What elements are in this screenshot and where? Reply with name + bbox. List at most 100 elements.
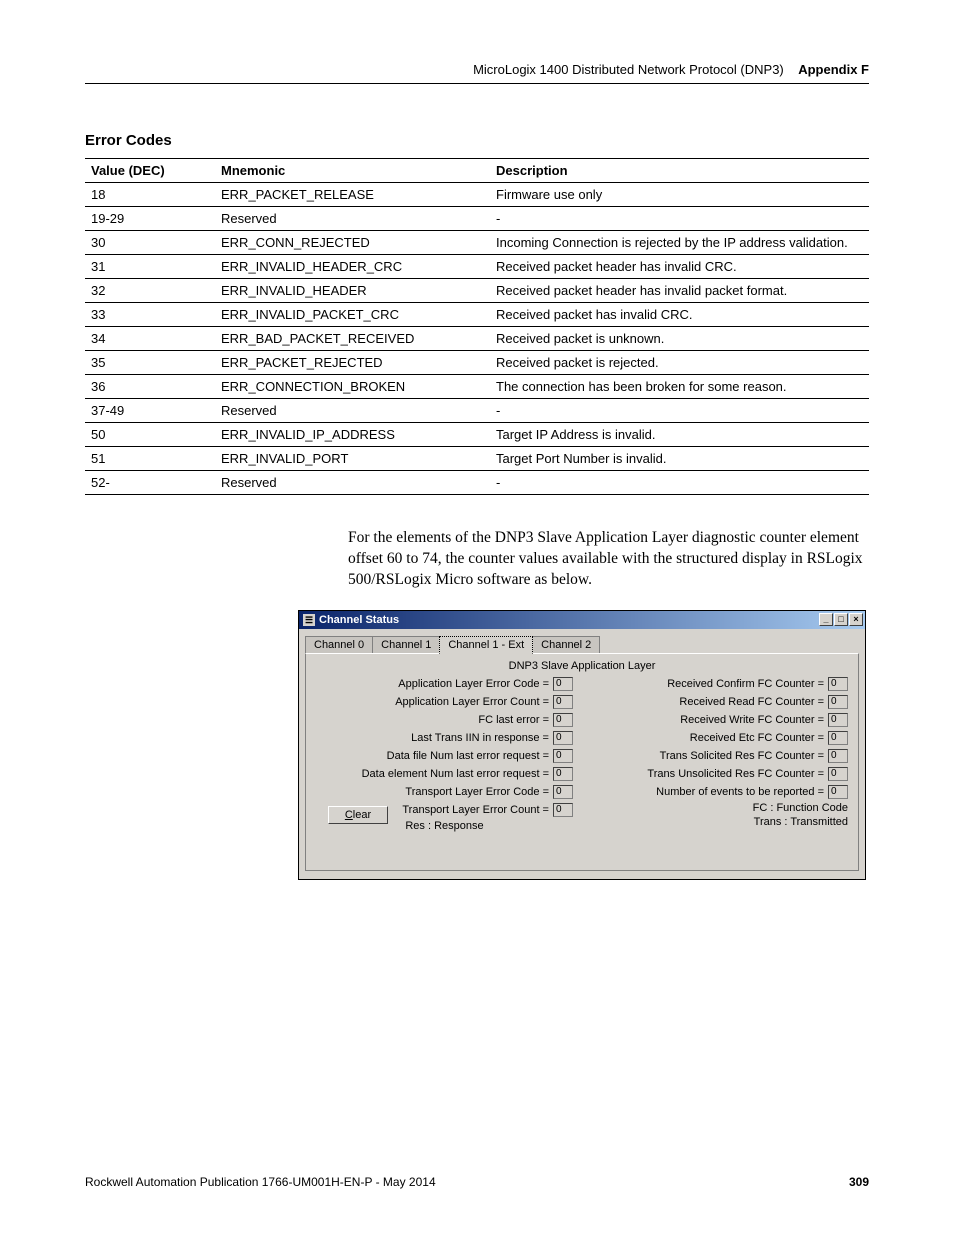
field-value: 0 [828, 749, 848, 763]
field-value: 0 [553, 695, 573, 709]
th-description: Description [490, 159, 869, 183]
cell-value: 31 [85, 255, 215, 279]
field-label: Data element Num last error request = [362, 768, 549, 780]
minimize-button[interactable]: _ [819, 613, 833, 626]
cell-value: 19-29 [85, 207, 215, 231]
section-title: Error Codes [85, 132, 172, 149]
cell-mnemonic: ERR_CONN_REJECTED [215, 231, 490, 255]
field-row: Data element Num last error request = 0 [316, 766, 573, 782]
field-label: Received Etc FC Counter = [690, 732, 824, 744]
field-value: 0 [553, 785, 573, 799]
field-label: Received Write FC Counter = [680, 714, 824, 726]
field-value: 0 [828, 713, 848, 727]
field-label: Received Confirm FC Counter = [667, 678, 824, 690]
field-label: Transport Layer Error Count = [402, 804, 549, 816]
cell-value: 30 [85, 231, 215, 255]
cell-description: Received packet has invalid CRC. [490, 303, 869, 327]
clear-label-rest: lear [353, 809, 371, 821]
field-label: Trans Unsolicited Res FC Counter = [647, 768, 824, 780]
dialog-title: Channel Status [319, 614, 399, 626]
cell-value: 37-49 [85, 399, 215, 423]
field-row: Transport Layer Error Code = 0 [316, 784, 573, 800]
table-header-row: Value (DEC) Mnemonic Description [85, 159, 869, 183]
tab-strip: Channel 0Channel 1Channel 1 - ExtChannel… [305, 635, 859, 653]
tab-channel-1[interactable]: Channel 1 [372, 636, 440, 654]
maximize-button[interactable]: □ [834, 613, 848, 626]
table-row: 51ERR_INVALID_PORTTarget Port Number is … [85, 447, 869, 471]
field-label: Application Layer Error Count = [395, 696, 549, 708]
publication-info: Rockwell Automation Publication 1766-UM0… [85, 1175, 436, 1189]
table-row: 30ERR_CONN_REJECTEDIncoming Connection i… [85, 231, 869, 255]
cell-value: 51 [85, 447, 215, 471]
table-row: 31ERR_INVALID_HEADER_CRCReceived packet … [85, 255, 869, 279]
table-row: 33ERR_INVALID_PACKET_CRCReceived packet … [85, 303, 869, 327]
cell-description: - [490, 471, 869, 495]
table-row: 32ERR_INVALID_HEADERReceived packet head… [85, 279, 869, 303]
cell-value: 18 [85, 183, 215, 207]
legend-trans: Trans : Transmitted [591, 816, 848, 828]
field-label: Last Trans IIN in response = [411, 732, 549, 744]
dialog-panel: DNP3 Slave Application Layer Application… [305, 653, 859, 871]
field-value: 0 [553, 803, 573, 817]
field-row: Data file Num last error request =0 [316, 748, 573, 764]
cell-description: Received packet is unknown. [490, 327, 869, 351]
field-row: Number of events to be reported =0 [591, 784, 848, 800]
table-row: 18ERR_PACKET_RELEASEFirmware use only [85, 183, 869, 207]
cell-value: 35 [85, 351, 215, 375]
clear-button[interactable]: Clear [328, 806, 388, 824]
cell-mnemonic: ERR_PACKET_REJECTED [215, 351, 490, 375]
cell-value: 52- [85, 471, 215, 495]
cell-description: Received packet header has invalid packe… [490, 279, 869, 303]
page-header: MicroLogix 1400 Distributed Network Prot… [85, 62, 869, 84]
cell-mnemonic: ERR_PACKET_RELEASE [215, 183, 490, 207]
field-row: Application Layer Error Count = 0 [316, 694, 573, 710]
field-value: 0 [828, 677, 848, 691]
field-row: Received Confirm FC Counter = 0 [591, 676, 848, 692]
cell-value: 36 [85, 375, 215, 399]
cell-description: - [490, 207, 869, 231]
field-row: Received Read FC Counter =0 [591, 694, 848, 710]
cell-mnemonic: Reserved [215, 471, 490, 495]
error-codes-table: Value (DEC) Mnemonic Description 18ERR_P… [85, 158, 869, 495]
table-row: 34ERR_BAD_PACKET_RECEIVEDReceived packet… [85, 327, 869, 351]
cell-description: Received packet header has invalid CRC. [490, 255, 869, 279]
cell-mnemonic: Reserved [215, 207, 490, 231]
field-row: Received Etc FC Counter = 0 [591, 730, 848, 746]
dialog-titlebar[interactable]: ☰ Channel Status _ □ × [299, 611, 865, 629]
cell-mnemonic: Reserved [215, 399, 490, 423]
cell-description: Target IP Address is invalid. [490, 423, 869, 447]
table-row: 35ERR_PACKET_REJECTEDReceived packet is … [85, 351, 869, 375]
field-label: Transport Layer Error Code = [405, 786, 549, 798]
tab-channel-2[interactable]: Channel 2 [532, 636, 600, 654]
field-value: 0 [828, 731, 848, 745]
field-row: Application Layer Error Code = 0 [316, 676, 573, 692]
cell-description: The connection has been broken for some … [490, 375, 869, 399]
cell-description: Firmware use only [490, 183, 869, 207]
panel-title: DNP3 Slave Application Layer [316, 660, 848, 672]
legend-fc: FC : Function Code [591, 802, 848, 814]
field-row: Received Write FC Counter = 0 [591, 712, 848, 728]
field-value: 0 [553, 767, 573, 781]
page-footer: Rockwell Automation Publication 1766-UM0… [85, 1175, 869, 1189]
field-value: 0 [553, 677, 573, 691]
cell-mnemonic: ERR_CONNECTION_BROKEN [215, 375, 490, 399]
table-row: 50ERR_INVALID_IP_ADDRESSTarget IP Addres… [85, 423, 869, 447]
table-row: 37-49Reserved- [85, 399, 869, 423]
cell-description: Target Port Number is invalid. [490, 447, 869, 471]
field-label: Data file Num last error request = [387, 750, 549, 762]
field-row: Last Trans IIN in response =0 [316, 730, 573, 746]
field-label: Application Layer Error Code = [398, 678, 549, 690]
field-row: FC last error =0 [316, 712, 573, 728]
cell-description: - [490, 399, 869, 423]
tab-channel-0[interactable]: Channel 0 [305, 636, 373, 654]
th-value: Value (DEC) [85, 159, 215, 183]
tab-channel-1-ext[interactable]: Channel 1 - Ext [439, 636, 533, 654]
field-row: Trans Solicited Res FC Counter =0 [591, 748, 848, 764]
field-label: FC last error = [478, 714, 549, 726]
doc-title: MicroLogix 1400 Distributed Network Prot… [473, 62, 784, 77]
appendix-label: Appendix F [798, 62, 869, 77]
field-value: 0 [828, 785, 848, 799]
cell-value: 50 [85, 423, 215, 447]
cell-value: 32 [85, 279, 215, 303]
close-button[interactable]: × [849, 613, 863, 626]
